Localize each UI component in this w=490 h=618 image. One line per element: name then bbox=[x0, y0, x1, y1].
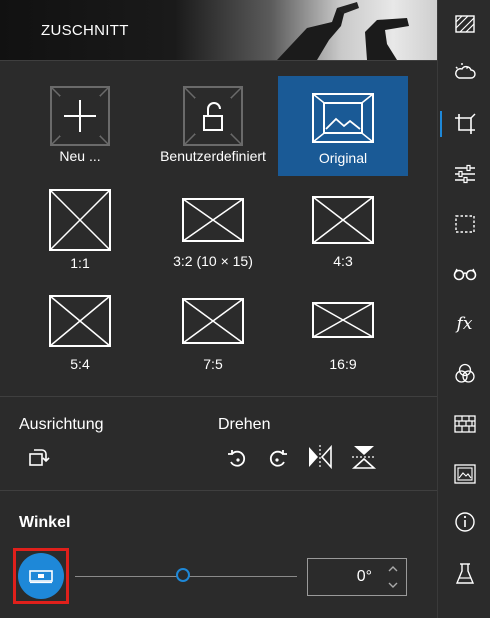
crop-4-3-label: 4:3 bbox=[333, 253, 353, 269]
crop-custom-button[interactable]: Benutzerdefiniert bbox=[148, 76, 278, 176]
sidebar-item-selection[interactable] bbox=[438, 204, 490, 244]
orientation-button[interactable] bbox=[23, 442, 53, 472]
auto-straighten-button[interactable] bbox=[13, 548, 69, 604]
crop-icon bbox=[454, 113, 475, 134]
sidebar-item-texture[interactable] bbox=[438, 404, 490, 444]
angle-slider-thumb[interactable] bbox=[176, 568, 190, 582]
auto-straighten-circle bbox=[18, 553, 64, 599]
orientation-icon bbox=[29, 449, 50, 466]
ratio-7-5-icon bbox=[182, 298, 244, 344]
scene-icon bbox=[454, 15, 475, 33]
crop-new-button[interactable]: Neu ... bbox=[15, 76, 145, 176]
panel-header: ZUSCHNITT bbox=[0, 0, 437, 60]
angle-label: Winkel bbox=[19, 514, 71, 531]
crop-4-3-button[interactable]: 4:3 bbox=[278, 186, 408, 286]
crop-3-2-label: 3:2 (10 × 15) bbox=[173, 253, 253, 269]
angle-input[interactable]: 0° bbox=[307, 558, 407, 596]
flask-icon bbox=[455, 563, 474, 584]
rotate-right-icon bbox=[269, 450, 287, 467]
image-icon bbox=[312, 93, 374, 143]
crop-new-label: Neu ... bbox=[59, 148, 101, 164]
sidebar-item-adjust[interactable] bbox=[438, 154, 490, 194]
spirit-level-icon bbox=[29, 570, 53, 584]
flip-vertical-icon bbox=[351, 446, 377, 469]
chevron-up-icon[interactable] bbox=[386, 562, 400, 576]
crop-5-4-button[interactable]: 5:4 bbox=[15, 292, 145, 392]
crop-original-label: Original bbox=[318, 150, 368, 166]
adjust-sliders-icon bbox=[454, 164, 475, 184]
weather-icon bbox=[454, 63, 476, 79]
crop-7-5-label: 7:5 bbox=[203, 356, 223, 372]
ratio-1-1-icon bbox=[49, 189, 111, 251]
crop-panel: ZUSCHNITT Neu ... Benutzerdefiniert Orig… bbox=[0, 0, 437, 618]
sidebar-item-scenes[interactable] bbox=[438, 4, 490, 44]
crop-original-button[interactable]: Original bbox=[278, 76, 408, 176]
sidebar-item-glasses[interactable] bbox=[438, 254, 490, 294]
crop-custom-label: Benutzerdefiniert bbox=[160, 148, 266, 164]
plus-icon bbox=[50, 86, 110, 146]
ratio-3-2-icon bbox=[182, 198, 244, 242]
tool-sidebar: fx bbox=[437, 0, 490, 618]
sidebar-item-frame[interactable] bbox=[438, 454, 490, 494]
divider bbox=[0, 396, 437, 397]
header-image bbox=[277, 2, 409, 60]
sidebar-item-lab[interactable] bbox=[438, 554, 490, 594]
crop-3-2-button[interactable]: 3:2 (10 × 15) bbox=[148, 186, 278, 286]
sidebar-item-weather[interactable] bbox=[438, 52, 490, 92]
sidebar-item-info[interactable] bbox=[438, 502, 490, 542]
rotate-label: Drehen bbox=[218, 416, 271, 433]
crop-16-9-label: 16:9 bbox=[329, 356, 357, 372]
flip-vertical-button[interactable] bbox=[349, 442, 379, 472]
sidebar-item-effects[interactable]: fx bbox=[438, 304, 490, 344]
flip-horizontal-button[interactable] bbox=[305, 442, 335, 472]
crop-5-4-label: 5:4 bbox=[70, 356, 90, 372]
sidebar-item-colors[interactable] bbox=[438, 354, 490, 394]
crop-1-1-label: 1:1 bbox=[70, 255, 90, 271]
fx-icon: fx bbox=[456, 314, 473, 334]
crop-16-9-button[interactable]: 16:9 bbox=[278, 292, 408, 392]
divider bbox=[0, 490, 437, 491]
angle-value: 0° bbox=[356, 568, 372, 585]
rotate-left-icon bbox=[228, 450, 246, 467]
flip-horizontal-icon bbox=[309, 444, 332, 470]
sidebar-item-crop[interactable] bbox=[438, 104, 490, 144]
panel-title: ZUSCHNITT bbox=[41, 22, 129, 39]
rotate-right-button[interactable] bbox=[263, 444, 293, 474]
color-circles-icon bbox=[454, 363, 475, 383]
info-icon bbox=[454, 512, 475, 532]
frame-icon bbox=[453, 464, 476, 484]
selection-icon bbox=[454, 215, 475, 233]
crop-1-1-button[interactable]: 1:1 bbox=[15, 186, 145, 286]
ratio-5-4-icon bbox=[49, 295, 111, 347]
divider bbox=[0, 60, 437, 61]
ratio-4-3-icon bbox=[312, 196, 374, 244]
unlock-icon bbox=[183, 86, 243, 146]
glasses-icon bbox=[453, 268, 476, 281]
texture-icon bbox=[453, 415, 476, 433]
crop-7-5-button[interactable]: 7:5 bbox=[148, 292, 278, 392]
orientation-label: Ausrichtung bbox=[19, 416, 104, 433]
rotate-left-button[interactable] bbox=[222, 444, 252, 474]
chevron-down-icon[interactable] bbox=[386, 578, 400, 592]
ratio-16-9-icon bbox=[312, 302, 374, 338]
